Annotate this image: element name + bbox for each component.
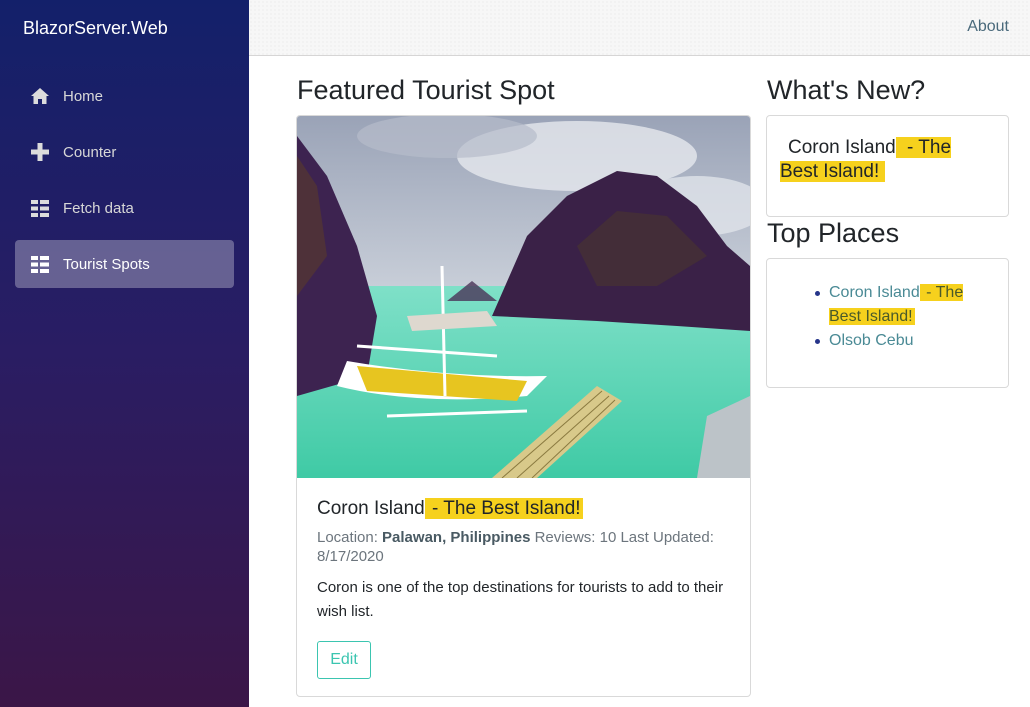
spot-tagline-highlight: - The Best Island! <box>424 498 583 519</box>
sidebar-item-label: Counter <box>63 143 117 161</box>
list-icon <box>30 198 50 218</box>
list-icon <box>30 254 50 274</box>
sidebar-item-tourist-spots[interactable]: Tourist Spots <box>15 240 234 288</box>
place-name: Olsob Cebu <box>829 332 914 349</box>
list-item: Olsob Cebu <box>815 329 988 353</box>
sidebar: BlazorServer.Web Home Counter Fetch data… <box>0 0 249 707</box>
reviews-value: 10 <box>599 529 617 546</box>
sidebar-item-label: Home <box>63 87 104 105</box>
location-label: Location: <box>317 529 383 546</box>
featured-spot-title: Coron Island - The Best Island! <box>317 498 730 520</box>
spot-name: Coron Island <box>317 498 425 519</box>
sidebar-item-fetch-data[interactable]: Fetch data <box>15 184 234 232</box>
sidebar-item-label: Fetch data <box>63 199 134 217</box>
edit-button[interactable]: Edit <box>317 641 371 679</box>
plus-icon <box>30 142 50 162</box>
whats-new-heading: What's New? <box>767 75 926 105</box>
sidebar-item-counter[interactable]: Counter <box>15 128 234 176</box>
spot-description: Coron is one of the top destinations for… <box>317 579 724 620</box>
featured-heading: Featured Tourist Spot <box>297 75 555 105</box>
home-icon <box>30 86 50 106</box>
whats-new-item[interactable]: Coron Island - The Best Island! <box>780 136 988 184</box>
updated-label: Last Updated: <box>616 529 714 546</box>
place-link-olsob[interactable]: Olsob Cebu <box>829 332 914 349</box>
brand-bar: BlazorServer.Web <box>0 0 249 56</box>
sidebar-item-label: Tourist Spots <box>63 255 150 273</box>
featured-card: Coron Island - The Best Island! Location… <box>296 115 751 697</box>
app-brand[interactable]: BlazorServer.Web <box>23 18 168 39</box>
top-places-card: Coron Island - The Best Island! Olsob Ce… <box>766 258 1009 388</box>
island-photo <box>297 116 750 478</box>
top-row: About <box>249 0 1030 56</box>
about-link[interactable]: About <box>967 18 1009 36</box>
updated-value: 8/17/2020 <box>317 548 384 565</box>
nav-menu: Home Counter Fetch data Tourist Spots <box>0 56 249 288</box>
top-places-list: Coron Island - The Best Island! Olsob Ce… <box>787 281 988 353</box>
list-item: Coron Island - The Best Island! <box>815 281 988 329</box>
news-spot-name: Coron Island <box>788 137 896 158</box>
place-name: Coron Island <box>829 284 920 301</box>
featured-card-body: Coron Island - The Best Island! Location… <box>297 478 750 679</box>
sidebar-item-home[interactable]: Home <box>15 72 234 120</box>
spot-meta: Location: Palawan, Philippines Reviews: … <box>317 528 730 566</box>
place-link-coron[interactable]: Coron Island - The Best Island! <box>829 284 964 325</box>
location-value: Palawan, Philippines <box>382 529 531 546</box>
top-places-heading: Top Places <box>767 218 900 248</box>
whats-new-card: Coron Island - The Best Island! <box>766 115 1009 217</box>
reviews-label: Reviews: <box>530 529 600 546</box>
